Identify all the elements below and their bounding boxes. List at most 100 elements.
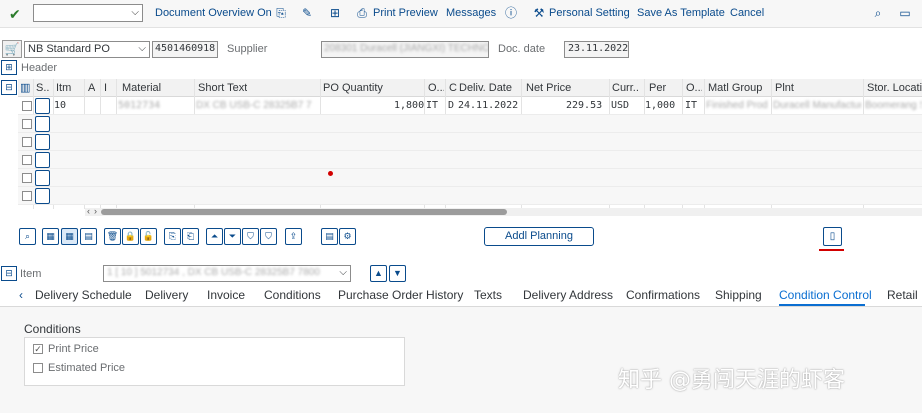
deselect-all-icon[interactable]: ▤ xyxy=(80,228,97,245)
col-currency[interactable]: Curr... xyxy=(612,82,638,94)
table-row[interactable] xyxy=(18,133,922,151)
status-cell[interactable] xyxy=(35,134,50,150)
row-select-checkbox[interactable] xyxy=(22,155,32,165)
row-select-checkbox[interactable] xyxy=(22,119,32,129)
table-settings-icon[interactable]: ▥ xyxy=(20,81,30,94)
col-item-category[interactable]: I xyxy=(104,82,107,94)
po-number-field[interactable]: 4501460918 xyxy=(152,41,218,58)
export-icon[interactable]: ⇪ xyxy=(285,228,302,245)
status-cell[interactable] xyxy=(35,152,50,168)
sort-ascending-icon[interactable]: ⏶ xyxy=(206,228,223,245)
col-order-unit[interactable]: O... xyxy=(428,82,444,94)
tab-purchase-order-history[interactable]: Purchase Order History xyxy=(338,288,463,302)
document-overview-button[interactable]: Document Overview On xyxy=(155,7,272,19)
col-plant[interactable]: Plnt xyxy=(775,82,794,94)
po-type-select[interactable]: NB Standard PO ⌵ xyxy=(24,41,150,58)
details-icon[interactable]: ⌕ xyxy=(19,228,36,245)
order-unit-value[interactable]: IT xyxy=(426,100,438,111)
per-value[interactable]: 1,000 xyxy=(645,100,675,111)
cancel-button[interactable]: Cancel xyxy=(730,7,764,19)
print-price-checkbox[interactable]: ✓ xyxy=(33,344,43,354)
layout-icon[interactable]: ▤ xyxy=(321,228,338,245)
scrollbar-thumb[interactable] xyxy=(101,209,507,215)
stor-location-value[interactable]: Boomerang S xyxy=(865,100,922,111)
col-item[interactable]: Itm xyxy=(56,82,71,94)
col-short-text[interactable]: Short Text xyxy=(198,82,247,94)
col-account-assignment[interactable]: A xyxy=(88,82,95,94)
col-matl-group[interactable]: Matl Group xyxy=(708,82,762,94)
tab-texts[interactable]: Texts xyxy=(474,288,502,302)
material-value[interactable]: 5012734 xyxy=(118,100,192,111)
expand-header-icon[interactable]: ⊞ xyxy=(1,60,17,75)
messages-button[interactable]: Messages xyxy=(446,7,496,19)
document-icon[interactable]: ▯ xyxy=(823,227,842,246)
status-cell[interactable] xyxy=(35,170,50,186)
new-document-icon[interactable]: ⎘ xyxy=(274,6,288,20)
item-number[interactable]: 10 xyxy=(54,100,66,111)
next-item-icon[interactable]: ▼ xyxy=(389,265,406,282)
collapse-items-icon[interactable]: ⊟ xyxy=(1,80,17,95)
tab-retail[interactable]: Retail xyxy=(887,288,918,302)
doc-date-field[interactable]: 23.11.2022 xyxy=(564,41,629,58)
row-select-checkbox[interactable] xyxy=(22,173,32,183)
col-order-price-unit[interactable]: O... xyxy=(686,82,702,94)
table-row[interactable] xyxy=(18,187,922,205)
tab-shipping[interactable]: Shipping xyxy=(715,288,762,302)
info-icon[interactable]: ⓘ xyxy=(504,6,518,20)
delete-icon[interactable]: 🗑 xyxy=(104,228,121,245)
table-row[interactable] xyxy=(18,115,922,133)
col-date-category[interactable]: C xyxy=(449,82,457,94)
chevron-left-icon[interactable]: ‹ xyxy=(19,288,23,302)
col-net-price[interactable]: Net Price xyxy=(526,82,571,94)
row-select-checkbox[interactable] xyxy=(22,137,32,147)
cart-icon[interactable]: 🛒 xyxy=(2,40,22,58)
supplier-field[interactable]: 208301 Duracell (JIANGXI) TECHNO... xyxy=(321,41,489,58)
po-quantity-value[interactable]: 1,800 xyxy=(394,100,424,111)
tab-confirmations[interactable]: Confirmations xyxy=(626,288,700,302)
scroll-left-icon[interactable]: ‹ xyxy=(87,206,90,216)
copy-icon[interactable]: ⎘ xyxy=(164,228,181,245)
tab-delivery-schedule[interactable]: Delivery Schedule xyxy=(35,288,132,302)
print-preview-button[interactable]: Print Preview xyxy=(373,7,438,19)
filter-clear-icon[interactable]: ⛉ xyxy=(260,228,277,245)
select-block-icon[interactable]: ▦ xyxy=(61,228,78,245)
tab-condition-control[interactable]: Condition Control xyxy=(779,288,872,302)
edit-icon[interactable]: ✎ xyxy=(300,6,314,20)
tab-conditions[interactable]: Conditions xyxy=(264,288,321,302)
settings-icon[interactable]: ⚙ xyxy=(339,228,356,245)
addl-planning-button[interactable]: Addl Planning xyxy=(484,227,594,246)
more-icon[interactable]: ▭ xyxy=(898,6,912,20)
row-select-checkbox[interactable] xyxy=(22,101,32,111)
sort-descending-icon[interactable]: ⏷ xyxy=(224,228,241,245)
printer-icon[interactable]: ⎙ xyxy=(355,6,369,20)
save-as-template-button[interactable]: Save As Template xyxy=(637,7,725,19)
filter-icon[interactable]: ⛉ xyxy=(242,228,259,245)
deliv-date-value[interactable]: 24.11.2022 xyxy=(458,100,518,111)
tab-delivery[interactable]: Delivery xyxy=(145,288,188,302)
plant-value[interactable]: Duracell Manufactur xyxy=(773,100,861,111)
status-cell[interactable] xyxy=(35,98,50,114)
personal-setting-button[interactable]: Personal Setting xyxy=(549,7,630,19)
net-price-value[interactable]: 229.53 xyxy=(566,100,602,111)
order-price-unit-value[interactable]: IT xyxy=(685,100,697,111)
short-text-value[interactable]: DX CB USB-C 28325B7 7 xyxy=(196,100,318,111)
paste-icon[interactable]: ⎗ xyxy=(182,228,199,245)
tab-invoice[interactable]: Invoice xyxy=(207,288,245,302)
row-select-checkbox[interactable] xyxy=(22,191,32,201)
table-row[interactable] xyxy=(18,169,922,187)
col-per[interactable]: Per xyxy=(649,82,666,94)
select-all-icon[interactable]: ▦ xyxy=(42,228,59,245)
col-material[interactable]: Material xyxy=(122,82,161,94)
table-row[interactable] xyxy=(18,151,922,169)
col-stor-location[interactable]: Stor. Location xyxy=(867,82,922,94)
item-select[interactable]: 1 [ 10 ] 5012734 , DX CB USB-C 28325B7 7… xyxy=(103,265,351,282)
collapse-item-detail-icon[interactable]: ⊟ xyxy=(1,266,17,281)
col-po-quantity[interactable]: PO Quantity xyxy=(323,82,383,94)
command-field[interactable]: ⌵ xyxy=(33,4,143,22)
scroll-right-icon[interactable]: › xyxy=(94,206,97,216)
tab-delivery-address[interactable]: Delivery Address xyxy=(523,288,613,302)
matl-group-value[interactable]: Finished Prod xyxy=(706,100,770,111)
estimated-price-checkbox[interactable] xyxy=(33,363,43,373)
lock-icon[interactable]: 🔒 xyxy=(122,228,139,245)
other-document-icon[interactable]: ⊞ xyxy=(328,6,342,20)
